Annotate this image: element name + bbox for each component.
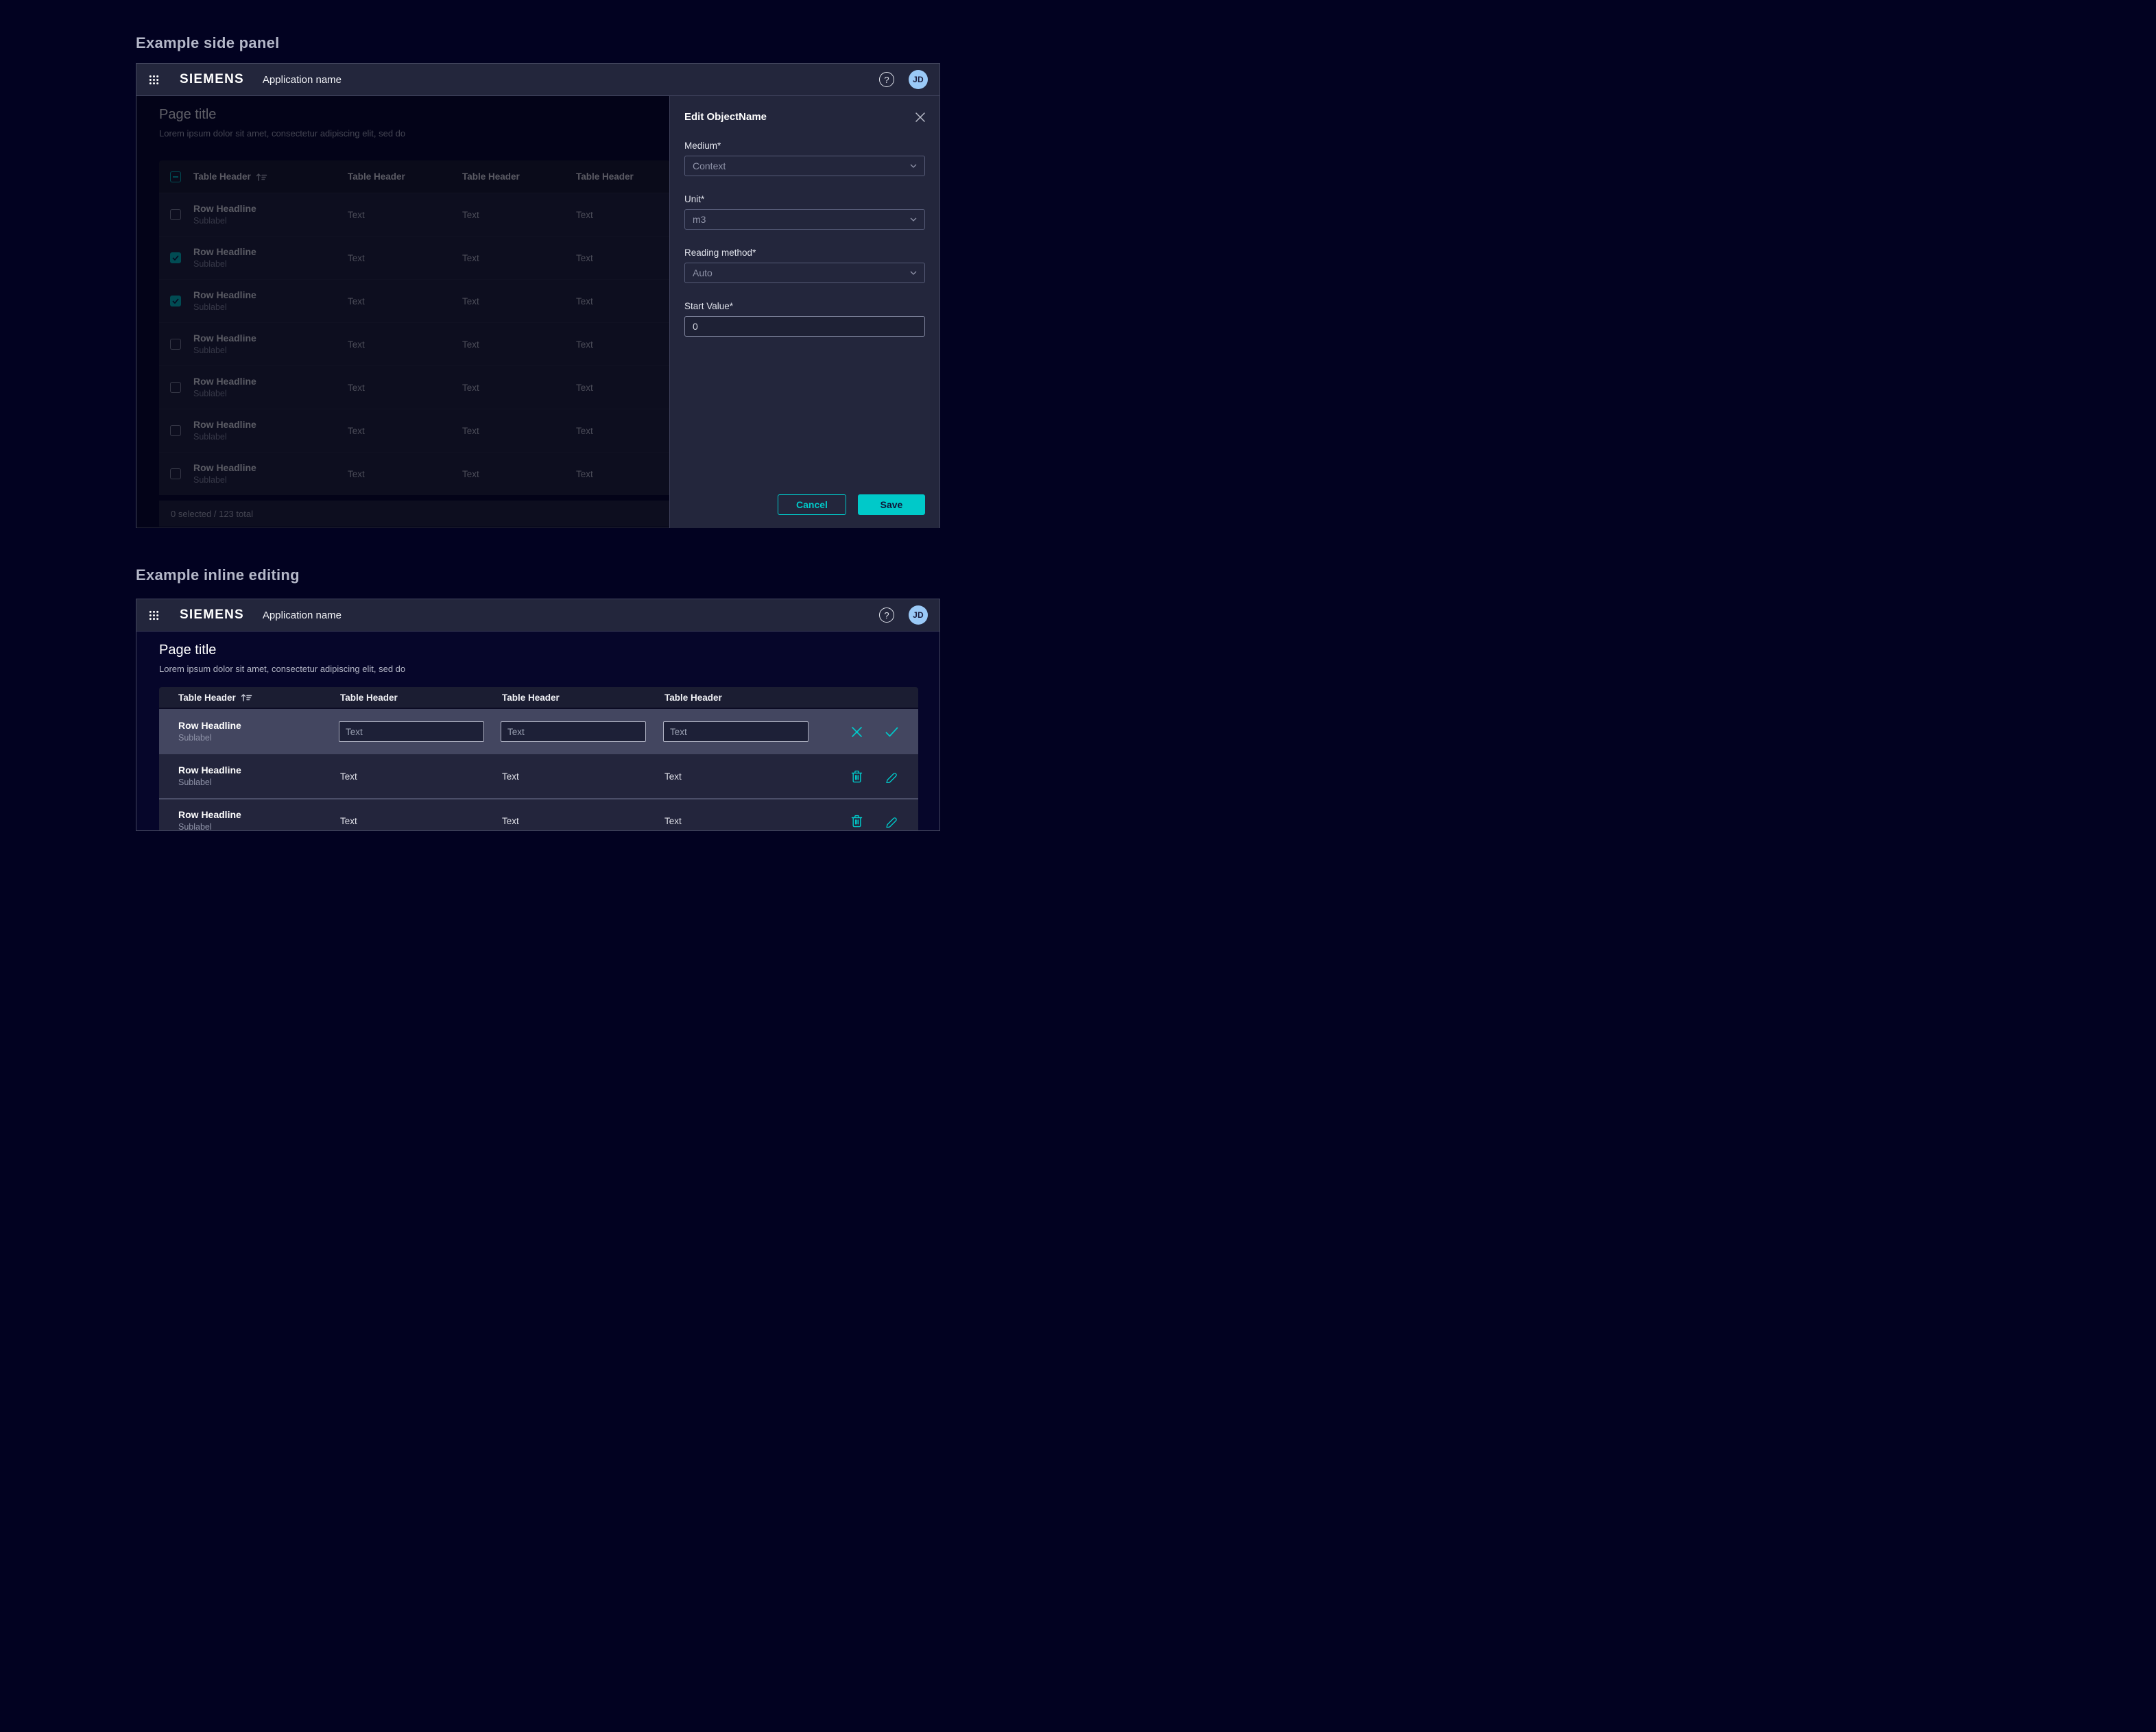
- chevron-down-icon: [910, 271, 917, 275]
- table-header-row: Table Header Table Header Table Header T…: [159, 687, 918, 709]
- column-header[interactable]: Table Header: [576, 171, 669, 182]
- reading-method-select[interactable]: Auto: [684, 263, 925, 283]
- column-header-sorted[interactable]: Table Header: [193, 171, 348, 182]
- cancel-button[interactable]: Cancel: [778, 494, 846, 515]
- select-all-checkbox[interactable]: [170, 171, 181, 182]
- avatar[interactable]: JD: [909, 70, 928, 89]
- table-row[interactable]: Row HeadlineSublabel Text Text Text: [159, 236, 669, 279]
- edit-row-icon[interactable]: [885, 815, 898, 828]
- siemens-logo: SIEMENS: [180, 72, 244, 87]
- data-table: Table Header Table Header Table Header T…: [159, 160, 669, 495]
- window-inline-editing-example: SIEMENS Application name ? JD Page title…: [136, 599, 940, 831]
- inline-edit-input[interactable]: [339, 721, 484, 742]
- table-row[interactable]: Row HeadlineSublabel Text Text Text: [159, 322, 669, 365]
- inline-edit-input[interactable]: [663, 721, 809, 742]
- row-checkbox[interactable]: [170, 339, 181, 350]
- row-checkbox[interactable]: [170, 425, 181, 436]
- row-checkbox-checked[interactable]: [170, 296, 181, 306]
- siemens-logo: SIEMENS: [180, 608, 244, 623]
- help-icon[interactable]: ?: [879, 72, 894, 87]
- field-label: Reading method*: [684, 248, 925, 258]
- table-row[interactable]: Row HeadlineSublabel Text Text Text: [159, 754, 918, 798]
- start-value-input[interactable]: 0: [684, 316, 925, 337]
- window-side-panel-example: SIEMENS Application name ? JD Page title…: [136, 63, 940, 528]
- table-row[interactable]: Row HeadlineSublabel Text Text Text: [159, 279, 669, 322]
- app-header: SIEMENS Application name ? JD: [136, 599, 939, 632]
- section-heading-inline-editing: Example inline editing: [136, 566, 300, 584]
- table-row[interactable]: Row HeadlineSublabel Text Text Text: [159, 798, 918, 831]
- row-checkbox[interactable]: [170, 468, 181, 479]
- table-row[interactable]: Row HeadlineSublabel Text Text Text: [159, 409, 669, 452]
- column-header[interactable]: Table Header: [664, 693, 843, 703]
- app-switcher-icon[interactable]: [149, 75, 159, 85]
- page-title: Page title: [159, 106, 669, 123]
- dimmed-page-content: Page title Lorem ipsum dolor sit amet, c…: [136, 96, 669, 528]
- save-button[interactable]: Save: [858, 494, 925, 515]
- table-header-row: Table Header Table Header Table Header T…: [159, 160, 669, 193]
- row-checkbox-checked[interactable]: [170, 252, 181, 263]
- confirm-edit-icon[interactable]: [885, 727, 898, 737]
- row-checkbox[interactable]: [170, 209, 181, 220]
- data-table: Table Header Table Header Table Header T…: [159, 687, 918, 831]
- field-label: Medium*: [684, 141, 925, 151]
- edit-row-icon[interactable]: [885, 770, 898, 783]
- app-switcher-icon[interactable]: [149, 610, 159, 621]
- cancel-edit-icon[interactable]: [851, 726, 863, 738]
- application-name: Application name: [263, 610, 342, 621]
- page-subtitle: Lorem ipsum dolor sit amet, consectetur …: [159, 663, 917, 675]
- delete-row-icon[interactable]: [851, 770, 863, 783]
- sort-ascending-icon: [241, 693, 252, 702]
- sort-ascending-icon: [256, 172, 267, 182]
- section-heading-side-panel: Example side panel: [136, 34, 280, 52]
- medium-select[interactable]: Context: [684, 156, 925, 176]
- close-icon[interactable]: [915, 112, 925, 122]
- row-checkbox[interactable]: [170, 382, 181, 393]
- page-subtitle: Lorem ipsum dolor sit amet, consectetur …: [159, 128, 669, 139]
- unit-select[interactable]: m3: [684, 209, 925, 230]
- help-icon[interactable]: ?: [879, 608, 894, 623]
- table-row-editing: Row HeadlineSublabel: [159, 709, 918, 754]
- column-header-sorted[interactable]: Table Header: [178, 693, 340, 703]
- column-header[interactable]: Table Header: [502, 693, 664, 703]
- chevron-down-icon: [910, 217, 917, 221]
- delete-row-icon[interactable]: [851, 815, 863, 828]
- column-header[interactable]: Table Header: [462, 171, 576, 182]
- column-header[interactable]: Table Header: [348, 171, 462, 182]
- application-name: Application name: [263, 74, 342, 86]
- column-header[interactable]: Table Header: [340, 693, 502, 703]
- avatar[interactable]: JD: [909, 605, 928, 625]
- table-row[interactable]: Row HeadlineSublabel Text Text Text: [159, 452, 669, 495]
- chevron-down-icon: [910, 164, 917, 168]
- table-row[interactable]: Row HeadlineSublabel Text Text Text: [159, 193, 669, 236]
- page-title: Page title: [159, 641, 917, 659]
- edit-side-panel: Edit ObjectName Medium* Context Unit* m3…: [669, 96, 939, 528]
- panel-title: Edit ObjectName: [684, 111, 767, 123]
- inline-edit-input[interactable]: [501, 721, 646, 742]
- table-row[interactable]: Row HeadlineSublabel Text Text Text: [159, 365, 669, 409]
- table-selection-status: 0 selected / 123 total: [159, 501, 669, 527]
- field-label: Unit*: [684, 194, 925, 204]
- app-header: SIEMENS Application name ? JD: [136, 64, 939, 96]
- field-label: Start Value*: [684, 301, 925, 311]
